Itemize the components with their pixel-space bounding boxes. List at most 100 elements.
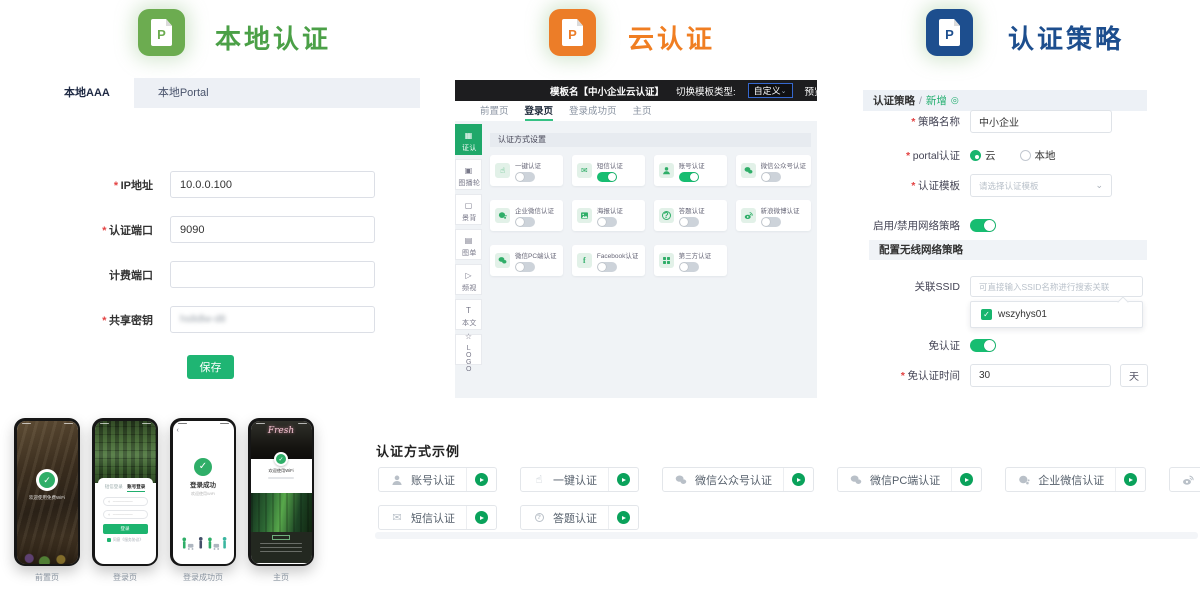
- template-type-select[interactable]: 自定义 ⌄: [748, 83, 793, 98]
- local-tab[interactable]: 本地Portal: [134, 78, 233, 108]
- sidebar-item[interactable]: ▷ 视频: [455, 264, 482, 295]
- auth-example-pill[interactable]: ☝ 一键认证: [520, 467, 639, 492]
- free-auth-toggle[interactable]: [970, 339, 996, 352]
- username-input[interactable]: ⚬───────: [103, 497, 148, 506]
- success-subtitle: 欢迎使用WiFi: [173, 491, 234, 497]
- enable-policy-toggle[interactable]: [970, 219, 996, 232]
- template-name: 模板名【中小企业云认证】: [550, 84, 664, 98]
- selected-type: 自定义: [754, 84, 781, 97]
- account-login-tab[interactable]: 账号登录: [127, 484, 145, 492]
- produce-photo: [17, 536, 78, 564]
- auth-method-toggle[interactable]: [761, 172, 781, 182]
- field-label: *IP地址: [0, 177, 170, 193]
- input-value: 10.0.0.100: [180, 179, 232, 191]
- page-tab[interactable]: 登录页: [525, 103, 554, 121]
- status-bar: [178, 423, 229, 425]
- sms-login-tab[interactable]: 短信登录: [105, 484, 123, 492]
- page-tab[interactable]: 主页: [633, 103, 652, 121]
- auth-example-pill[interactable]: ? 答题认证: [520, 505, 639, 530]
- local-auth-title: 本地认证: [215, 19, 331, 56]
- play-icon[interactable]: [960, 473, 973, 486]
- auth-method-toggle[interactable]: [515, 262, 535, 272]
- local-tab[interactable]: 本地AAA: [40, 78, 134, 108]
- play-icon[interactable]: [617, 511, 630, 524]
- editor-sidebar: ▦ 认证 ▣ 轮播图 ▢ 背景 ▤ 单图: [455, 124, 482, 369]
- password-input[interactable]: ⚬───────: [103, 510, 148, 519]
- auth-method-toggle[interactable]: [515, 217, 535, 227]
- local-auth-doc-icon: P: [138, 9, 185, 56]
- save-button[interactable]: 保存: [187, 355, 234, 379]
- auth-method-toggle[interactable]: [515, 172, 535, 182]
- free-auth-time-input[interactable]: 30: [970, 364, 1111, 387]
- example-label: 微信PC端认证: [870, 472, 940, 488]
- auth-example-pill[interactable]: ✉ 短信认证: [378, 505, 497, 530]
- status-bar: [100, 423, 151, 425]
- sidebar-item-label: 背景: [461, 214, 476, 224]
- auth-example-pill[interactable]: 新浪微博认证: [1169, 467, 1200, 492]
- weibo-icon: [1181, 473, 1195, 487]
- checkbox-checked-icon[interactable]: ✓: [981, 309, 992, 320]
- auth-method-toggle[interactable]: [761, 217, 781, 227]
- policy-name-input[interactable]: 中小企业: [970, 110, 1112, 133]
- phone-screen: Fresh ✓ 欢迎使用WiFi: [251, 421, 312, 564]
- cloud-page-tabs: 前置页 登录页 登录成功页 主页: [480, 103, 652, 121]
- preview-button[interactable]: 预览: [805, 84, 824, 98]
- sidebar-item[interactable]: ▦ 认证: [455, 124, 482, 155]
- auth-method-toggle[interactable]: [679, 217, 699, 227]
- wecom-icon: [1017, 473, 1031, 487]
- auth-example-pill[interactable]: 微信公众号认证: [662, 467, 814, 492]
- document-icon: P: [151, 19, 172, 46]
- form-row: *共享密钥 hs8dlw-d8: [0, 306, 430, 333]
- login-button[interactable]: 登录: [103, 524, 148, 534]
- user-icon: [390, 473, 404, 487]
- auth-method-card: 海报认证: [572, 200, 645, 231]
- info-text-bar: [260, 551, 302, 553]
- auth-template-select[interactable]: 请选择认证模板 ⌄: [970, 174, 1112, 197]
- form-row: *认证端口 9090: [0, 216, 430, 243]
- ssid-option[interactable]: wszyhys01: [998, 309, 1047, 320]
- auth-method-label: 新浪微博认证: [761, 205, 800, 215]
- auth-method-toggle[interactable]: [597, 217, 617, 227]
- auth-method-toggle[interactable]: [597, 172, 617, 182]
- login-tabs: 短信登录 账号登录: [103, 484, 148, 492]
- success-check-icon: ✓: [194, 458, 212, 476]
- sidebar-item[interactable]: ▤ 单图: [455, 229, 482, 260]
- play-icon[interactable]: [475, 473, 488, 486]
- auth-method-toggle[interactable]: [679, 262, 699, 272]
- radio-icon[interactable]: [970, 150, 981, 161]
- text-input[interactable]: hs8dlw-d8: [170, 306, 375, 333]
- text-input[interactable]: 9090: [170, 216, 375, 243]
- play-icon[interactable]: [1124, 473, 1137, 486]
- side-bg-icon: ▢: [465, 195, 473, 213]
- login-card: 短信登录 账号登录 ⚬─────── ⚬─────── 登录 同意《服务协议》: [98, 478, 153, 561]
- input-value: 中小企业: [979, 114, 1019, 129]
- auth-method-toggle[interactable]: [679, 172, 699, 182]
- play-icon[interactable]: [617, 473, 630, 486]
- play-icon[interactable]: [475, 511, 488, 524]
- breadcrumb-root[interactable]: 认证策略: [873, 93, 915, 108]
- sidebar-item[interactable]: ▣ 轮播图: [455, 159, 482, 190]
- breadcrumb-current: 新增: [926, 93, 947, 108]
- sidebar-item[interactable]: ▢ 背景: [455, 194, 482, 225]
- radio-option[interactable]: 本地: [1020, 148, 1056, 163]
- radio-option[interactable]: 云: [970, 148, 996, 163]
- examples-row-1: 账号认证 ☝ 一键认证 微信公众号认证: [378, 467, 1200, 492]
- auth-example-pill[interactable]: 微信PC端认证: [837, 467, 982, 492]
- page-tab[interactable]: 登录成功页: [569, 103, 617, 121]
- checkbox-icon[interactable]: [107, 538, 111, 542]
- sidebar-item-label: 轮播图: [457, 179, 479, 189]
- auth-example-pill[interactable]: 企业微信认证: [1005, 467, 1146, 492]
- auth-example-pill[interactable]: 账号认证: [378, 467, 497, 492]
- play-icon[interactable]: [792, 473, 805, 486]
- auth-method-toggle[interactable]: [597, 262, 617, 272]
- page-tab[interactable]: 前置页: [480, 103, 509, 121]
- leaf-logo-icon: ✓: [276, 454, 286, 464]
- text-input[interactable]: 10.0.0.100: [170, 171, 375, 198]
- sms-icon: ✉: [390, 511, 404, 525]
- wireless-section-title: 配置无线网络策略: [869, 240, 1147, 260]
- ssid-search-input[interactable]: 可直接输入SSID名称进行搜索关联: [970, 276, 1143, 297]
- text-input[interactable]: [170, 261, 375, 288]
- sidebar-item[interactable]: ☆ LOGO: [455, 334, 482, 365]
- radio-icon[interactable]: [1020, 150, 1031, 161]
- document-icon: P: [562, 19, 583, 46]
